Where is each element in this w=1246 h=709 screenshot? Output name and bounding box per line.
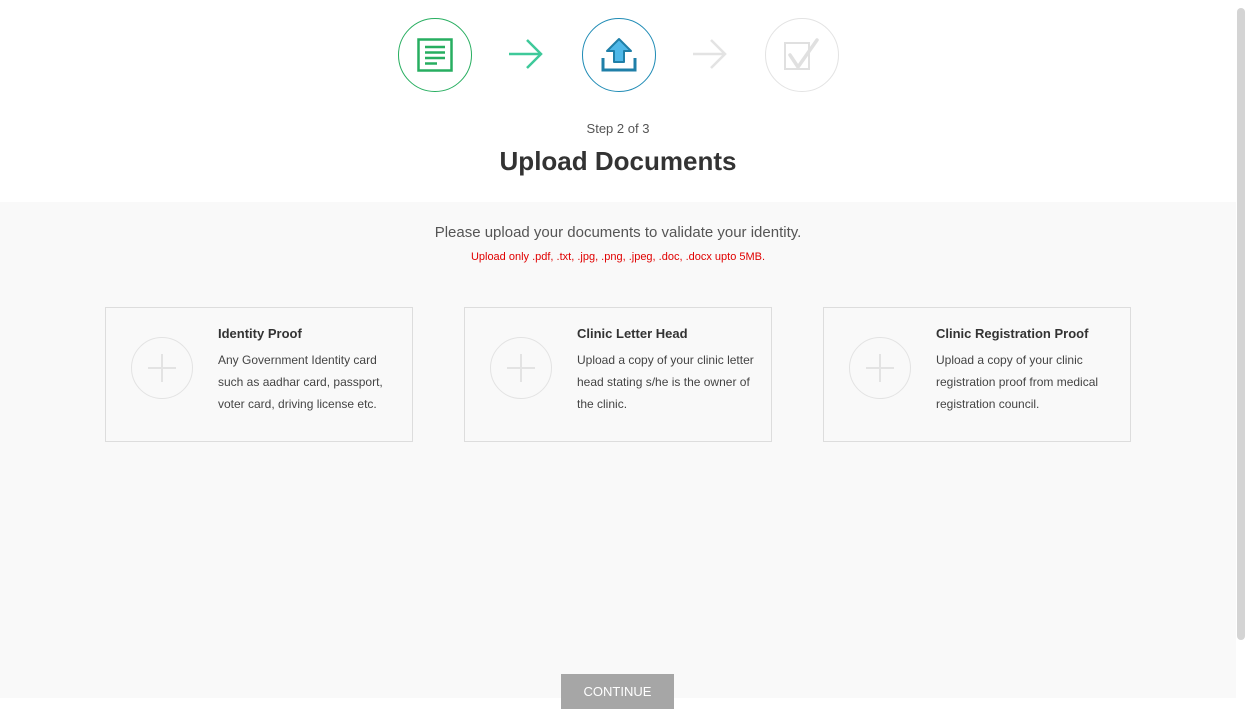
upload-icon (601, 38, 637, 72)
add-identity-proof-button[interactable] (131, 337, 193, 399)
card-description: Upload a copy of your clinic registratio… (936, 353, 1099, 411)
checkmark-icon (784, 38, 819, 70)
card-description: Any Government Identity card such as aad… (218, 353, 383, 411)
step-1-document-details (398, 18, 472, 92)
step-3-confirmation (765, 18, 839, 92)
file-type-note: Upload only .pdf, .txt, .jpg, .png, .jpe… (470, 251, 766, 263)
identity-proof-upload-card[interactable]: Identity Proof Any Government Identity c… (105, 307, 413, 442)
document-list-icon (417, 38, 453, 72)
upload-instructions: Please upload your documents to validate… (434, 224, 802, 241)
arrow-right-icon (690, 36, 730, 72)
plus-icon (507, 354, 535, 382)
plus-icon (866, 354, 894, 382)
card-title: Identity Proof (218, 326, 302, 341)
plus-icon (148, 354, 176, 382)
stepper-header: Step 2 of 3 Upload Documents (0, 0, 1236, 202)
card-title: Clinic Registration Proof (936, 326, 1089, 341)
continue-button[interactable]: CONTINUE (561, 674, 674, 709)
arrow-right-icon (506, 36, 546, 72)
upload-section: Please upload your documents to validate… (0, 202, 1236, 698)
add-clinic-letter-head-button[interactable] (490, 337, 552, 399)
scrollbar-thumb[interactable] (1237, 8, 1245, 640)
clinic-registration-proof-upload-card[interactable]: Clinic Registration Proof Upload a copy … (823, 307, 1131, 442)
clinic-letter-head-upload-card[interactable]: Clinic Letter Head Upload a copy of your… (464, 307, 772, 442)
card-title: Clinic Letter Head (577, 326, 688, 341)
page-title: Upload Documents (499, 146, 737, 176)
add-clinic-registration-proof-button[interactable] (849, 337, 911, 399)
card-description: Upload a copy of your clinic letter head… (577, 353, 754, 411)
step-counter: Step 2 of 3 (586, 121, 650, 136)
step-2-upload-documents (582, 18, 656, 92)
